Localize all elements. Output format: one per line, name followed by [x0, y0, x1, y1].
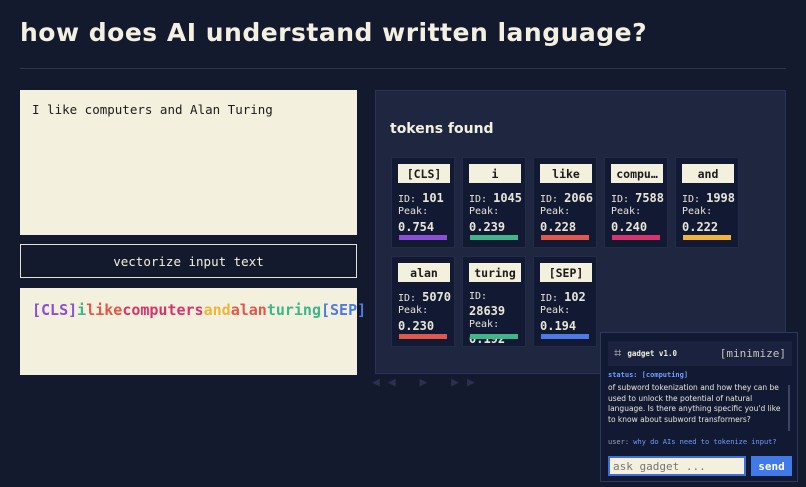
token-color-bar	[612, 235, 660, 240]
page-title: how does AI understand written language?	[20, 18, 648, 47]
text-input-area[interactable]: I like computers and Alan Turing	[20, 90, 357, 235]
token-label: turing	[469, 263, 521, 282]
peak-label: Peak:	[682, 206, 713, 217]
id-label: ID:	[611, 194, 630, 205]
gadget-name: gadget v1.0	[627, 349, 677, 358]
token-card[interactable]: [SEP] ID: 102 Peak: 0.194	[533, 256, 597, 347]
gadget-input[interactable]	[608, 456, 746, 476]
user-prefix: user:	[608, 438, 630, 446]
token-card[interactable]: turing ID: 28639 Peak: 0.192	[462, 256, 526, 347]
peak-label: Peak:	[469, 319, 500, 330]
id-label: ID:	[398, 293, 417, 304]
token-card[interactable]: like ID: 2066 Peak: 0.228	[533, 157, 597, 248]
token-id: ID: 28639	[469, 290, 505, 320]
colored-token: i	[77, 301, 87, 319]
gadget-header: ⌗ gadget v1.0 [minimize]	[608, 341, 792, 366]
token-card[interactable]: and ID: 1998 Peak: 0.222	[675, 157, 739, 248]
token-id-value: 102	[564, 290, 586, 304]
tokens-panel-title: tokens found	[390, 121, 494, 137]
token-card[interactable]: compu… ID: 7588 Peak: 0.240	[604, 157, 668, 248]
token-id: ID: 2066	[540, 191, 593, 205]
vectorize-button[interactable]: vectorize input text	[20, 244, 357, 278]
token-id: ID: 101	[398, 191, 444, 205]
divider	[20, 68, 786, 69]
token-label: compu…	[611, 164, 663, 183]
token-id: ID: 1045	[469, 191, 522, 205]
token-peak-value: 0.194	[540, 319, 577, 333]
token-id: ID: 7588	[611, 191, 664, 205]
id-label: ID:	[540, 194, 559, 205]
colored-token: [CLS]	[32, 301, 78, 319]
token-id-value: 1998	[706, 191, 735, 205]
colored-token: alan	[230, 301, 267, 319]
token-id: ID: 102	[540, 290, 586, 304]
robot-icon: ⌗	[614, 346, 622, 361]
colored-token: like	[86, 301, 123, 319]
token-label: like	[540, 164, 592, 183]
token-peak-value: 0.230	[398, 319, 435, 333]
token-color-bar	[470, 235, 518, 240]
token-color-bar	[683, 235, 731, 240]
colored-token-display: [CLS]ilikecomputersandalanturing[SEP]	[20, 288, 366, 375]
token-peak-value: 0.222	[682, 220, 719, 234]
token-card[interactable]: alan ID: 5070 Peak: 0.230	[391, 256, 455, 347]
token-label: alan	[398, 263, 450, 282]
id-label: ID:	[469, 291, 488, 302]
token-id-value: 28639	[469, 304, 506, 318]
gadget-status: status: [computing]	[608, 371, 689, 379]
peak-label: Peak:	[611, 206, 642, 217]
token-color-bar	[541, 235, 589, 240]
token-id-value: 5070	[422, 290, 451, 304]
token-color-bar	[399, 235, 447, 240]
id-label: ID:	[540, 293, 559, 304]
peak-label: Peak:	[398, 206, 429, 217]
send-button[interactable]: send	[751, 456, 792, 476]
token-color-bar	[399, 334, 447, 339]
token-peak-value: 0.754	[398, 220, 435, 234]
media-controls-ghost: ◀◀ ▶ ▶▶	[372, 375, 483, 390]
id-label: ID:	[469, 194, 488, 205]
id-label: ID:	[398, 194, 417, 205]
token-id-value: 7588	[635, 191, 664, 205]
token-peak-value: 0.239	[469, 220, 506, 234]
minimize-button[interactable]: [minimize]	[720, 347, 786, 360]
token-color-bar	[470, 334, 518, 339]
token-peak-value: 0.228	[540, 220, 577, 234]
token-card[interactable]: i ID: 1045 Peak: 0.239	[462, 157, 526, 248]
gadget-chat-widget: ⌗ gadget v1.0 [minimize] status: [comput…	[600, 332, 798, 482]
token-label: i	[469, 164, 521, 183]
token-label: [CLS]	[398, 164, 450, 183]
token-color-bar	[541, 334, 589, 339]
id-label: ID:	[682, 194, 701, 205]
token-card[interactable]: [CLS] ID: 101 Peak: 0.754	[391, 157, 455, 248]
gadget-scrollbar[interactable]	[788, 385, 790, 431]
colored-token: and	[203, 301, 231, 319]
token-id: ID: 1998	[682, 191, 735, 205]
peak-label: Peak:	[540, 305, 571, 316]
token-label: [SEP]	[540, 263, 592, 282]
colored-token: turing	[266, 301, 321, 319]
peak-label: Peak:	[540, 206, 571, 217]
colored-token: computers	[122, 301, 204, 319]
token-id-value: 1045	[493, 191, 522, 205]
user-message-text: why do AIs need to tokenize input?	[633, 438, 777, 446]
colored-token: [SEP]	[321, 301, 367, 319]
gadget-chat-log: of subword tokenization and how they can…	[608, 383, 781, 424]
peak-label: Peak:	[398, 305, 429, 316]
peak-label: Peak:	[469, 206, 500, 217]
token-id: ID: 5070	[398, 290, 451, 304]
token-id-value: 2066	[564, 191, 593, 205]
token-peak-value: 0.240	[611, 220, 648, 234]
gadget-user-message: user: why do AIs need to tokenize input?	[608, 438, 777, 446]
token-label: and	[682, 164, 734, 183]
token-id-value: 101	[422, 191, 444, 205]
